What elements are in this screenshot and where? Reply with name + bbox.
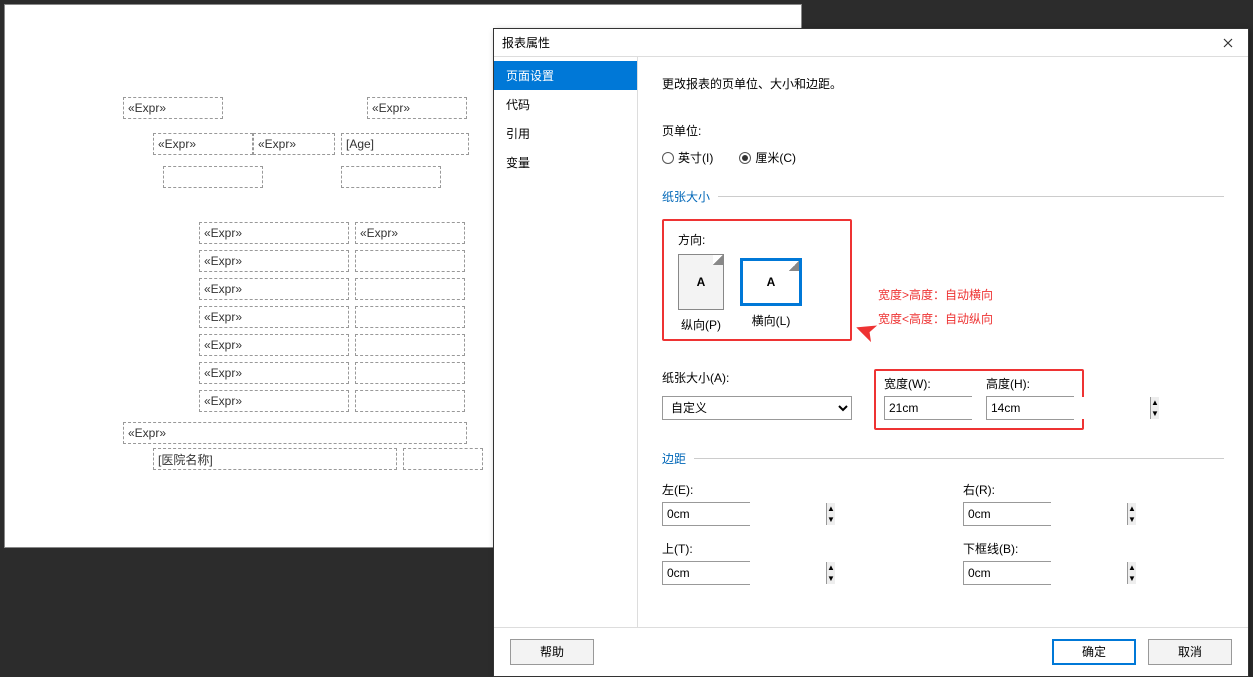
margin-right-label: 右(R): bbox=[963, 481, 1224, 498]
radio-inch[interactable]: 英寸(I) bbox=[662, 149, 713, 166]
orientation-portrait-button[interactable]: A bbox=[678, 254, 724, 310]
annotation-arrow-icon: ➤ bbox=[849, 312, 882, 351]
annotation-line: 宽度<高度：自动纵向 bbox=[878, 307, 993, 331]
report-field[interactable]: «Expr» bbox=[199, 362, 349, 384]
dialog-footer: 帮助 确定 取消 bbox=[494, 627, 1248, 675]
portrait-caption: 纵向(P) bbox=[678, 316, 724, 333]
height-label: 高度(H): bbox=[986, 375, 1074, 392]
panel-description: 更改报表的页单位、大小和边距。 bbox=[662, 75, 1224, 92]
radio-label: 厘米(C) bbox=[755, 149, 796, 166]
spin-up-icon[interactable]: ▲ bbox=[1128, 503, 1136, 514]
report-properties-dialog: 报表属性 页面设置 代码 引用 变量 更改报表的页单位、大小和边距。 页单位: … bbox=[493, 28, 1249, 677]
report-field[interactable] bbox=[355, 306, 465, 328]
dialog-titlebar: 报表属性 bbox=[494, 29, 1248, 57]
report-field[interactable]: «Expr» bbox=[123, 422, 467, 444]
help-button[interactable]: 帮助 bbox=[510, 639, 594, 665]
margin-top-spinner[interactable]: ▲▼ bbox=[662, 561, 750, 585]
spin-down-icon[interactable]: ▼ bbox=[1151, 408, 1159, 419]
orientation-landscape-button[interactable]: A bbox=[740, 258, 802, 306]
radio-icon bbox=[739, 152, 751, 164]
sidebar-item-code[interactable]: 代码 bbox=[494, 90, 637, 119]
width-spinner[interactable]: ▲▼ bbox=[884, 396, 972, 420]
report-field[interactable]: «Expr» bbox=[199, 222, 349, 244]
width-label: 宽度(W): bbox=[884, 375, 972, 392]
report-field[interactable] bbox=[355, 278, 465, 300]
margin-top-label: 上(T): bbox=[662, 540, 923, 557]
sidebar-item-label: 引用 bbox=[506, 127, 530, 141]
spin-up-icon[interactable]: ▲ bbox=[827, 562, 835, 573]
margin-left-input[interactable] bbox=[663, 503, 826, 525]
report-field[interactable]: «Expr» bbox=[199, 278, 349, 300]
report-field[interactable]: «Expr» bbox=[355, 222, 465, 244]
radio-cm[interactable]: 厘米(C) bbox=[739, 149, 796, 166]
paper-size-group-header: 纸张大小 bbox=[662, 188, 1224, 205]
spin-down-icon[interactable]: ▼ bbox=[1128, 514, 1136, 525]
report-field[interactable]: [Age] bbox=[341, 133, 469, 155]
group-title: 边距 bbox=[662, 450, 686, 467]
orientation-group: 方向: A 纵向(P) A 横向(L) bbox=[662, 219, 852, 341]
report-field[interactable] bbox=[163, 166, 263, 188]
dialog-sidebar: 页面设置 代码 引用 变量 bbox=[494, 57, 638, 627]
margin-left-label: 左(E): bbox=[662, 481, 923, 498]
report-field[interactable]: «Expr» bbox=[199, 250, 349, 272]
annotation-text: 宽度>高度：自动横向 宽度<高度：自动纵向 bbox=[878, 283, 993, 331]
dialog-title: 报表属性 bbox=[502, 34, 1216, 51]
report-field[interactable]: «Expr» bbox=[253, 133, 335, 155]
margin-right-input[interactable] bbox=[964, 503, 1127, 525]
page-portrait-icon: A bbox=[697, 275, 706, 289]
report-field[interactable]: «Expr» bbox=[153, 133, 253, 155]
spin-up-icon[interactable]: ▲ bbox=[827, 503, 835, 514]
page-unit-radios: 英寸(I) 厘米(C) bbox=[662, 149, 1224, 166]
spin-up-icon[interactable]: ▲ bbox=[1128, 562, 1136, 573]
height-spinner[interactable]: ▲▼ bbox=[986, 396, 1074, 420]
radio-icon bbox=[662, 152, 674, 164]
sidebar-item-label: 变量 bbox=[506, 156, 530, 170]
spin-down-icon[interactable]: ▼ bbox=[827, 573, 835, 584]
report-field[interactable] bbox=[355, 250, 465, 272]
annotation-line: 宽度>高度：自动横向 bbox=[878, 283, 993, 307]
report-field[interactable]: «Expr» bbox=[199, 334, 349, 356]
sidebar-item-label: 页面设置 bbox=[506, 69, 554, 83]
spin-up-icon[interactable]: ▲ bbox=[1151, 397, 1159, 408]
paper-size-label: 纸张大小(A): bbox=[662, 369, 852, 386]
sidebar-item-references[interactable]: 引用 bbox=[494, 119, 637, 148]
margin-right-spinner[interactable]: ▲▼ bbox=[963, 502, 1051, 526]
margin-bottom-input[interactable] bbox=[964, 562, 1127, 584]
group-title: 纸张大小 bbox=[662, 188, 710, 205]
sidebar-item-label: 代码 bbox=[506, 98, 530, 112]
page-landscape-icon: A bbox=[767, 275, 776, 289]
margin-grid: 左(E): ▲▼ 右(R): ▲▼ 上(T): ▲▼ 下框线(B): ▲▼ bbox=[662, 481, 1224, 585]
spin-down-icon[interactable]: ▼ bbox=[1128, 573, 1136, 584]
page-unit-label: 页单位: bbox=[662, 122, 1224, 139]
report-field[interactable]: [医院名称] bbox=[153, 448, 397, 470]
report-field[interactable]: «Expr» bbox=[199, 390, 349, 412]
report-field[interactable] bbox=[403, 448, 483, 470]
close-button[interactable] bbox=[1216, 33, 1240, 53]
report-field[interactable] bbox=[355, 334, 465, 356]
report-field[interactable]: «Expr» bbox=[123, 97, 223, 119]
report-field[interactable] bbox=[341, 166, 441, 188]
margin-bottom-label: 下框线(B): bbox=[963, 540, 1224, 557]
sidebar-item-variables[interactable]: 变量 bbox=[494, 148, 637, 177]
width-height-group: 宽度(W): ▲▼ 高度(H): ▲▼ bbox=[874, 369, 1084, 430]
margin-top-input[interactable] bbox=[663, 562, 826, 584]
spin-down-icon[interactable]: ▼ bbox=[827, 514, 835, 525]
landscape-caption: 横向(L) bbox=[740, 312, 802, 329]
report-field[interactable] bbox=[355, 390, 465, 412]
paper-size-select[interactable]: 自定义 bbox=[662, 396, 852, 420]
height-input[interactable] bbox=[987, 397, 1150, 419]
ok-button[interactable]: 确定 bbox=[1052, 639, 1136, 665]
page-setup-panel: 更改报表的页单位、大小和边距。 页单位: 英寸(I) 厘米(C) 纸张大小 方向… bbox=[638, 57, 1248, 627]
close-icon bbox=[1223, 38, 1233, 48]
margin-group-header: 边距 bbox=[662, 450, 1224, 467]
orientation-label: 方向: bbox=[678, 231, 836, 248]
report-field[interactable] bbox=[355, 362, 465, 384]
report-field[interactable]: «Expr» bbox=[199, 306, 349, 328]
cancel-button[interactable]: 取消 bbox=[1148, 639, 1232, 665]
radio-label: 英寸(I) bbox=[678, 149, 713, 166]
sidebar-item-page-setup[interactable]: 页面设置 bbox=[494, 61, 637, 90]
margin-bottom-spinner[interactable]: ▲▼ bbox=[963, 561, 1051, 585]
margin-left-spinner[interactable]: ▲▼ bbox=[662, 502, 750, 526]
report-field[interactable]: «Expr» bbox=[367, 97, 467, 119]
